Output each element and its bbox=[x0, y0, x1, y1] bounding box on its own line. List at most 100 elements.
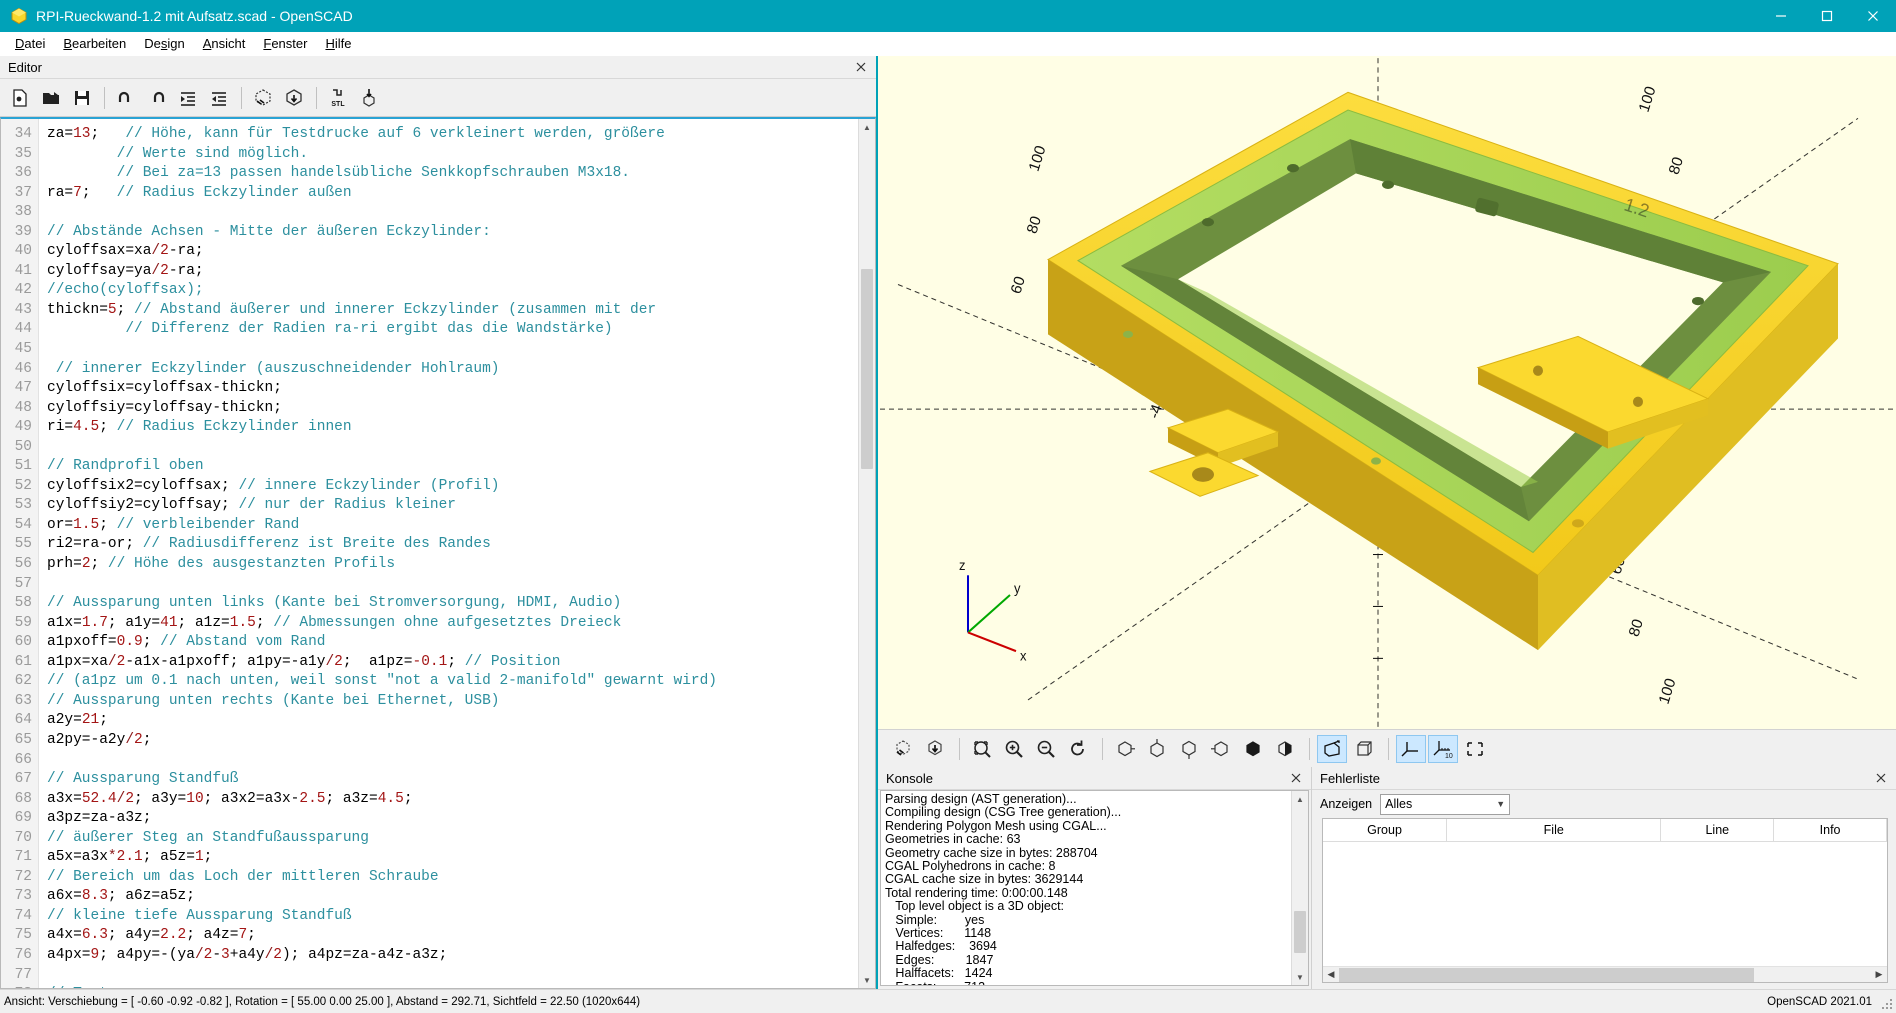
errorlist-column-header[interactable]: Group bbox=[1323, 819, 1447, 841]
code-line[interactable]: cyloffsix2=cyloffsax; // innere Eckzylin… bbox=[47, 477, 858, 497]
console-scrollbar[interactable]: ▲ ▼ bbox=[1291, 791, 1308, 985]
code-line[interactable]: a5x=a3x*2.1; a5z=1; bbox=[47, 848, 858, 868]
code-line[interactable]: // äußerer Steg an Standfußaussparung bbox=[47, 829, 858, 849]
scroll-thumb[interactable] bbox=[861, 269, 873, 469]
menu-design[interactable]: Design bbox=[135, 34, 193, 54]
view-left-button[interactable] bbox=[1206, 735, 1236, 763]
code-line[interactable]: a4x=6.3; a4y=2.2; a4z=7; bbox=[47, 926, 858, 946]
preview-icon[interactable] bbox=[248, 83, 278, 113]
code-line[interactable]: za=13; // Höhe, kann für Testdrucke auf … bbox=[47, 125, 858, 145]
reset-view-button[interactable] bbox=[1063, 735, 1093, 763]
code-line[interactable]: a3x=52.4/2; a3y=10; a3x2=a3x-2.5; a3z=4.… bbox=[47, 790, 858, 810]
console-scroll-down[interactable]: ▼ bbox=[1292, 969, 1308, 985]
errorlist-hscrollbar[interactable]: ◀ ▶ bbox=[1323, 966, 1887, 982]
console-close-icon[interactable] bbox=[1287, 769, 1305, 787]
filter-select[interactable]: Alles ▼ bbox=[1380, 794, 1510, 815]
menu-hilfe[interactable]: Hilfe bbox=[316, 34, 360, 54]
resize-grip-icon[interactable] bbox=[1881, 998, 1893, 1010]
code-line[interactable]: a3pz=za-a3z; bbox=[47, 809, 858, 829]
code-line[interactable]: a2y=21; bbox=[47, 711, 858, 731]
console-output[interactable]: Parsing design (AST generation)...Compil… bbox=[880, 790, 1309, 986]
code-line[interactable] bbox=[47, 751, 858, 771]
code-line[interactable]: ra=7; // Radius Eckzylinder außen bbox=[47, 184, 858, 204]
indent-icon[interactable] bbox=[204, 83, 234, 113]
hscroll-thumb[interactable] bbox=[1339, 968, 1754, 982]
scroll-up-arrow[interactable]: ▲ bbox=[859, 119, 875, 135]
hscroll-trough[interactable] bbox=[1339, 967, 1871, 983]
new-file-icon[interactable] bbox=[5, 83, 35, 113]
render-icon[interactable] bbox=[279, 83, 309, 113]
code-line[interactable]: // Differenz der Radien ra-ri ergibt das… bbox=[47, 320, 858, 340]
errorlist-column-header[interactable]: Line bbox=[1661, 819, 1774, 841]
code-line[interactable]: // Abstände Achsen - Mitte der äußeren E… bbox=[47, 223, 858, 243]
zoom-out-button[interactable] bbox=[1031, 735, 1061, 763]
code-line[interactable]: //echo(cyloffsax); bbox=[47, 281, 858, 301]
undo-icon[interactable] bbox=[111, 83, 141, 113]
scroll-down-arrow[interactable]: ▼ bbox=[859, 972, 875, 988]
code-editor[interactable]: 3435363738394041424344454647484950515253… bbox=[0, 117, 876, 989]
errorlist-column-header[interactable]: Info bbox=[1774, 819, 1887, 841]
open-file-icon[interactable] bbox=[36, 83, 66, 113]
code-line[interactable]: a6x=8.3; a6z=a5z; bbox=[47, 887, 858, 907]
code-line[interactable] bbox=[47, 203, 858, 223]
console-scroll-thumb[interactable] bbox=[1294, 911, 1306, 953]
code-line[interactable]: a4px=9; a4py=-(ya/2-3+a4y/2); a4pz=za-a4… bbox=[47, 946, 858, 966]
maximize-button[interactable] bbox=[1804, 0, 1850, 32]
menu-datei[interactable]: Datei bbox=[6, 34, 54, 54]
view-right-button[interactable] bbox=[1110, 735, 1140, 763]
render-button[interactable] bbox=[920, 735, 950, 763]
code-line[interactable]: // Bereich um das Loch der mittleren Sch… bbox=[47, 868, 858, 888]
menu-ansicht[interactable]: Ansicht bbox=[194, 34, 255, 54]
show-axes-button[interactable] bbox=[1396, 735, 1426, 763]
code-line[interactable]: cyloffsax=xa/2-ra; bbox=[47, 242, 858, 262]
view-bottom-button[interactable] bbox=[1174, 735, 1204, 763]
view-top-button[interactable] bbox=[1142, 735, 1172, 763]
code-line[interactable]: // kleine tiefe Aussparung Standfuß bbox=[47, 907, 858, 927]
code-line[interactable]: ri2=ra-or; // Radiusdifferenz ist Breite… bbox=[47, 535, 858, 555]
code-line[interactable]: ri=4.5; // Radius Eckzylinder innen bbox=[47, 418, 858, 438]
preview-button[interactable] bbox=[888, 735, 918, 763]
code-line[interactable] bbox=[47, 966, 858, 986]
show-edges-button[interactable] bbox=[1460, 735, 1490, 763]
menu-bearbeiten[interactable]: Bearbeiten bbox=[54, 34, 135, 54]
code-line[interactable]: // Werte sind möglich. bbox=[47, 145, 858, 165]
close-button[interactable] bbox=[1850, 0, 1896, 32]
code-line[interactable]: // Randprofil oben bbox=[47, 457, 858, 477]
unindent-icon[interactable] bbox=[173, 83, 203, 113]
zoom-fit-button[interactable] bbox=[967, 735, 997, 763]
code-line[interactable]: cyloffsiy=cyloffsay-thickn; bbox=[47, 399, 858, 419]
orthogonal-view-button[interactable] bbox=[1349, 735, 1379, 763]
code-line[interactable]: a2py=-a2y/2; bbox=[47, 731, 858, 751]
console-scroll-up[interactable]: ▲ bbox=[1292, 791, 1308, 807]
code-line[interactable]: a1px=xa/2-a1x-a1pxoff; a1py=-a1y/2; a1pz… bbox=[47, 653, 858, 673]
view-front-button[interactable] bbox=[1238, 735, 1268, 763]
hscroll-right-arrow[interactable]: ▶ bbox=[1871, 967, 1887, 983]
code-line[interactable] bbox=[47, 340, 858, 360]
code-line[interactable]: // Bei za=13 passen handelsübliche Senkk… bbox=[47, 164, 858, 184]
export-amf-icon[interactable] bbox=[354, 83, 384, 113]
code-line[interactable]: thickn=5; // Abstand äußerer und innerer… bbox=[47, 301, 858, 321]
code-line[interactable]: // Aussparung unten links (Kante bei Str… bbox=[47, 594, 858, 614]
code-line[interactable]: or=1.5; // verbleibender Rand bbox=[47, 516, 858, 536]
3d-viewport[interactable]: -100 -80 -60 -40 -20 100 80 60 40 20 -40… bbox=[878, 56, 1896, 729]
code-line[interactable]: cyloffsiy2=cyloffsay; // nur der Radius … bbox=[47, 496, 858, 516]
export-stl-icon[interactable]: STL bbox=[323, 83, 353, 113]
code-line[interactable]: // (a1pz um 0.1 nach unten, weil sonst "… bbox=[47, 672, 858, 692]
code-line[interactable]: cyloffsay=ya/2-ra; bbox=[47, 262, 858, 282]
zoom-in-button[interactable] bbox=[999, 735, 1029, 763]
code-text[interactable]: za=13; // Höhe, kann für Testdrucke auf … bbox=[39, 119, 858, 988]
code-line[interactable]: a1pxoff=0.9; // Abstand vom Rand bbox=[47, 633, 858, 653]
code-line[interactable]: a1x=1.7; a1y=41; a1z=1.5; // Abmessungen… bbox=[47, 614, 858, 634]
editor-close-icon[interactable] bbox=[852, 58, 870, 76]
errorlist-close-icon[interactable] bbox=[1872, 769, 1890, 787]
code-line[interactable] bbox=[47, 575, 858, 595]
hscroll-left-arrow[interactable]: ◀ bbox=[1323, 967, 1339, 983]
code-line[interactable]: // Aussparung Standfuß bbox=[47, 770, 858, 790]
perspective-view-button[interactable] bbox=[1317, 735, 1347, 763]
code-line[interactable] bbox=[47, 438, 858, 458]
code-line[interactable]: // Text bbox=[47, 985, 858, 988]
redo-icon[interactable] bbox=[142, 83, 172, 113]
minimize-button[interactable] bbox=[1758, 0, 1804, 32]
code-line[interactable]: // innerer Eckzylinder (auszuschneidende… bbox=[47, 360, 858, 380]
errorlist-body[interactable] bbox=[1323, 842, 1887, 966]
